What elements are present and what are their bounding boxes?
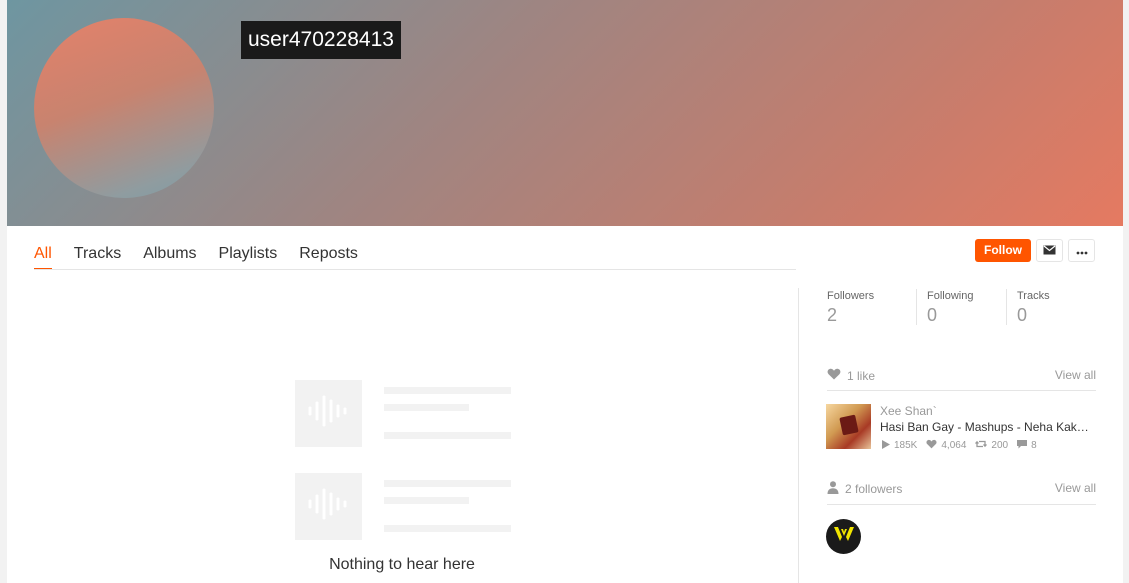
stat-followers-value: 2 bbox=[827, 305, 838, 325]
user-icon bbox=[827, 481, 839, 497]
more-button[interactable] bbox=[1068, 239, 1095, 262]
repost-icon bbox=[975, 439, 988, 452]
tab-all[interactable]: All bbox=[34, 236, 52, 270]
tab-albums[interactable]: Albums bbox=[143, 236, 196, 270]
empty-state-message: Nothing to hear here bbox=[329, 556, 475, 573]
followers-section-divider bbox=[827, 504, 1096, 505]
sidebar-divider bbox=[798, 288, 799, 583]
stat-following-value: 0 bbox=[927, 305, 938, 325]
waveform-icon bbox=[306, 486, 352, 527]
stat-separator bbox=[1006, 289, 1007, 325]
liked-track-stats: 185K 4,064 200 8 bbox=[882, 439, 1046, 452]
heart-icon bbox=[926, 439, 937, 452]
placeholder-line bbox=[384, 432, 511, 439]
placeholder-line bbox=[384, 480, 511, 487]
stat-separator bbox=[916, 289, 917, 325]
tab-reposts[interactable]: Reposts bbox=[299, 236, 358, 270]
likes-view-all-link[interactable]: View all bbox=[1055, 368, 1096, 382]
plays-count: 185K bbox=[894, 440, 918, 451]
play-icon bbox=[882, 439, 890, 452]
stat-followers[interactable]: Followers 2 bbox=[827, 290, 874, 326]
likes-stat-count: 4,064 bbox=[941, 440, 967, 451]
stat-following-label: Following bbox=[927, 290, 974, 302]
waveform-icon bbox=[306, 393, 352, 434]
mail-icon bbox=[1043, 242, 1056, 260]
placeholder-line bbox=[384, 525, 511, 532]
profile-username: user470228413 bbox=[241, 21, 401, 59]
placeholder-line bbox=[384, 497, 469, 504]
stat-followers-label: Followers bbox=[827, 290, 875, 302]
liked-track-title[interactable]: Hasi Ban Gay - Mashups - Neha Kakkar bbox=[880, 420, 1092, 434]
tab-playlists[interactable]: Playlists bbox=[219, 236, 278, 270]
tabs-divider bbox=[34, 269, 796, 270]
stat-tracks-label: Tracks bbox=[1017, 290, 1050, 302]
comment-icon bbox=[1017, 439, 1028, 452]
followers-section-header: 2 followers View all bbox=[827, 481, 1096, 501]
tab-tracks[interactable]: Tracks bbox=[74, 236, 121, 270]
follow-button[interactable]: Follow bbox=[975, 239, 1031, 262]
follower-logo-icon bbox=[833, 527, 854, 546]
profile-avatar[interactable] bbox=[34, 18, 214, 198]
likes-section-divider bbox=[827, 390, 1096, 391]
placeholder-line bbox=[384, 404, 469, 411]
more-icon bbox=[1076, 242, 1088, 260]
profile-tabs: All Tracks Albums Playlists Reposts bbox=[34, 236, 380, 270]
followers-count-label: 2 followers bbox=[845, 482, 903, 496]
placeholder-track-artwork bbox=[295, 380, 362, 447]
stat-tracks-value: 0 bbox=[1017, 305, 1028, 325]
profile-header-banner: user470228413 bbox=[7, 0, 1123, 226]
likes-section-header: 1 like View all bbox=[827, 368, 1096, 388]
heart-icon bbox=[827, 368, 841, 383]
followers-count[interactable]: 2 followers bbox=[827, 481, 902, 497]
artwork-graphic bbox=[839, 414, 859, 436]
follower-avatar[interactable] bbox=[826, 519, 861, 554]
placeholder-track-artwork bbox=[295, 473, 362, 540]
page-right-edge bbox=[1123, 0, 1129, 583]
liked-track-artwork[interactable] bbox=[826, 404, 871, 449]
liked-track-artist[interactable]: Xee Shan` bbox=[880, 404, 937, 418]
reposts-stat[interactable]: 200 bbox=[975, 439, 1008, 452]
stat-following[interactable]: Following 0 bbox=[927, 290, 973, 326]
comments-stat[interactable]: 8 bbox=[1017, 439, 1037, 452]
message-button[interactable] bbox=[1036, 239, 1063, 262]
likes-count[interactable]: 1 like bbox=[827, 368, 875, 383]
comments-count: 8 bbox=[1031, 440, 1037, 451]
placeholder-line bbox=[384, 387, 511, 394]
page-left-edge bbox=[0, 0, 7, 583]
reposts-count: 200 bbox=[991, 440, 1009, 451]
stat-tracks[interactable]: Tracks 0 bbox=[1017, 290, 1050, 326]
likes-stat[interactable]: 4,064 bbox=[926, 439, 966, 452]
likes-count-label: 1 like bbox=[847, 368, 876, 383]
followers-view-all-link[interactable]: View all bbox=[1055, 481, 1096, 495]
plays-stat: 185K bbox=[882, 439, 918, 452]
